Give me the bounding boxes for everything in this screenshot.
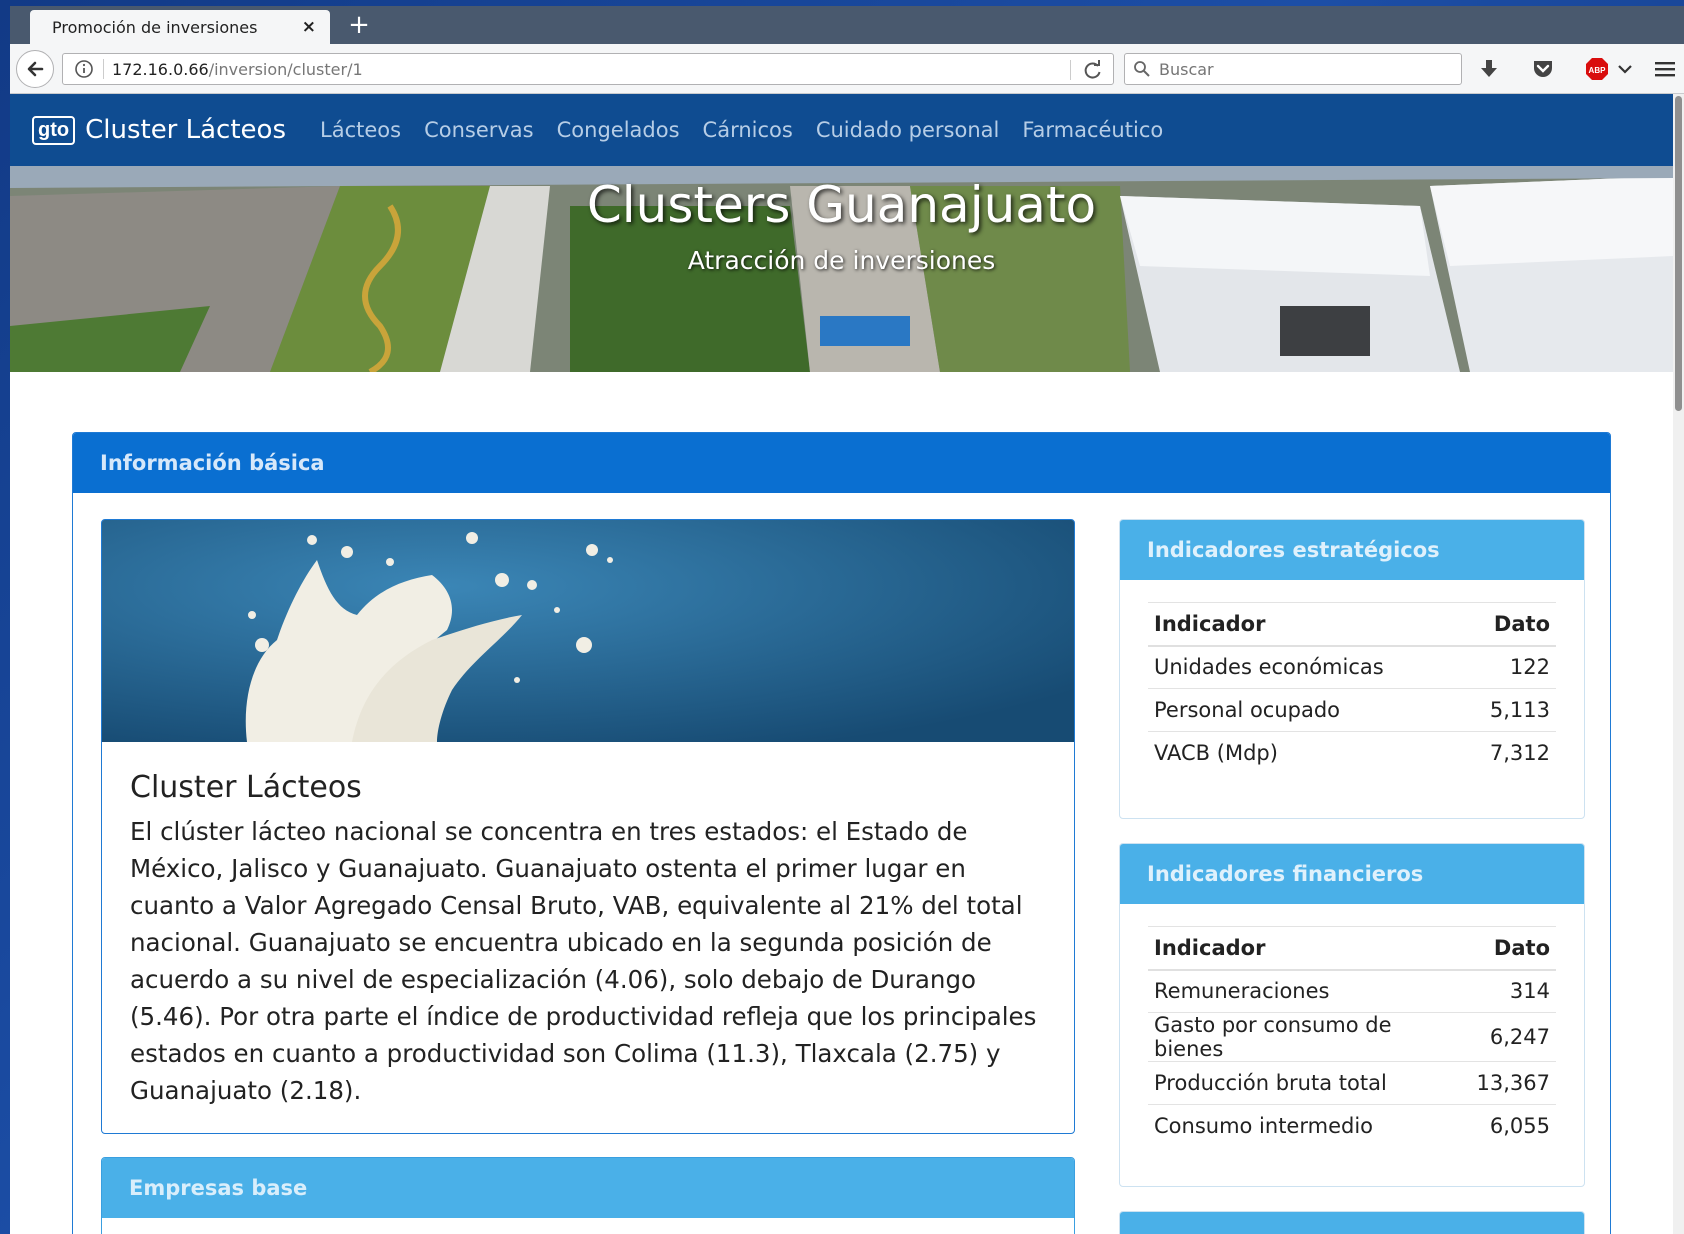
search-input[interactable]	[1159, 59, 1439, 79]
column-header-indicador: Indicador	[1148, 602, 1463, 647]
info-icon[interactable]	[73, 58, 95, 80]
page-scrollbar[interactable]	[1673, 94, 1684, 1234]
url-path: /inversion/cluster/1	[208, 59, 363, 79]
table-header-row: Indicador Dato	[1148, 602, 1556, 647]
column-header-dato: Dato	[1462, 602, 1556, 647]
back-icon	[27, 61, 44, 77]
indicator-value: 6,055	[1470, 1104, 1556, 1148]
chevron-down-icon[interactable]	[1612, 56, 1638, 82]
search-bar[interactable]	[1124, 53, 1462, 85]
new-tab-button[interactable]: +	[344, 12, 374, 40]
indicator-name: VACB (Mdp)	[1148, 731, 1463, 775]
nav-link-cuidado-personal[interactable]: Cuidado personal	[816, 118, 1000, 142]
reload-separator	[1070, 60, 1071, 80]
empresas-base-panel: Empresas base	[101, 1157, 1075, 1234]
indicator-name: Producción bruta total	[1148, 1061, 1471, 1105]
browser-tab[interactable]: Promoción de inversiones ×	[30, 10, 330, 44]
milk-splash-image	[102, 520, 1074, 742]
scrollbar-thumb[interactable]	[1675, 96, 1682, 411]
financial-indicators-heading: Indicadores financieros	[1120, 844, 1584, 904]
back-button[interactable]	[16, 50, 54, 88]
indicator-value: 7,312	[1462, 731, 1556, 775]
table-row: Producción bruta total 13,367	[1148, 1061, 1556, 1105]
svg-text:ABP: ABP	[1589, 66, 1607, 75]
indicator-value: 314	[1470, 969, 1556, 1013]
table-row: Unidades económicas 122	[1148, 645, 1556, 689]
next-indicators-heading	[1120, 1212, 1584, 1234]
reload-icon[interactable]	[1081, 58, 1105, 82]
table-header-row: Indicador Dato	[1148, 926, 1556, 971]
site-navbar: gto Cluster Lácteos Lácteos Conservas Co…	[10, 94, 1673, 166]
indicator-value: 122	[1462, 645, 1556, 689]
indicator-value: 6,247	[1470, 1012, 1556, 1062]
menu-icon[interactable]	[1652, 56, 1678, 82]
basic-info-panel: Información básica Cluster Lácteos El cl…	[72, 432, 1611, 1234]
table-row: Personal ocupado 5,113	[1148, 688, 1556, 732]
url-separator	[103, 59, 104, 79]
nav-link-farmaceutico[interactable]: Farmacéutico	[1022, 118, 1163, 142]
brand-logo[interactable]: gto	[32, 115, 76, 145]
nav-link-congelados[interactable]: Congelados	[557, 118, 680, 142]
empresas-base-heading: Empresas base	[102, 1158, 1074, 1218]
nav-link-conservas[interactable]: Conservas	[424, 118, 534, 142]
basic-info-heading: Información básica	[73, 433, 1610, 493]
tab-close-button[interactable]: ×	[302, 17, 316, 37]
next-indicators-panel	[1119, 1211, 1585, 1234]
indicator-name: Remuneraciones	[1148, 969, 1471, 1013]
cluster-card: Cluster Lácteos El clúster lácteo nacion…	[101, 519, 1075, 1134]
adblock-icon[interactable]: ABP	[1584, 56, 1610, 82]
indicator-name: Consumo intermedio	[1148, 1104, 1471, 1148]
indicator-name: Personal ocupado	[1148, 688, 1463, 732]
nav-link-carnicos[interactable]: Cárnicos	[703, 118, 793, 142]
strategic-indicators-panel: Indicadores estratégicos Indicador Dato …	[1119, 519, 1585, 819]
hero-banner: Clusters Guanajuato Atracción de inversi…	[10, 166, 1673, 372]
cluster-card-title: Cluster Lácteos	[130, 770, 362, 805]
search-icon	[1134, 61, 1150, 77]
tab-strip: Promoción de inversiones × +	[10, 6, 1684, 44]
strategic-indicators-table: Indicador Dato Unidades económicas 122 P…	[1148, 602, 1556, 775]
table-row: Remuneraciones 314	[1148, 969, 1556, 1013]
indicator-value: 5,113	[1462, 688, 1556, 732]
web-page: gto Cluster Lácteos Lácteos Conservas Co…	[10, 94, 1673, 1234]
financial-indicators-panel: Indicadores financieros Indicador Dato R…	[1119, 843, 1585, 1187]
hero-subtitle: Atracción de inversiones	[687, 246, 996, 275]
strategic-indicators-heading: Indicadores estratégicos	[1120, 520, 1584, 580]
download-icon[interactable]	[1476, 56, 1502, 82]
milk-splash-graphic	[102, 520, 1074, 742]
column-header-dato: Dato	[1470, 926, 1556, 971]
browser-toolbar: 172.16.0.66/inversion/cluster/1 ABP	[10, 44, 1684, 94]
nav-link-lacteos[interactable]: Lácteos	[320, 118, 401, 142]
table-row: Consumo intermedio 6,055	[1148, 1104, 1556, 1148]
url-host: 172.16.0.66	[112, 59, 209, 79]
hero-title: Clusters Guanajuato	[586, 176, 1097, 234]
table-row: VACB (Mdp) 7,312	[1148, 731, 1556, 775]
pocket-icon[interactable]	[1530, 56, 1556, 82]
indicator-name: Unidades económicas	[1148, 645, 1463, 689]
indicator-name: Gasto por consumo de bienes	[1148, 1012, 1471, 1062]
tab-title: Promoción de inversiones	[52, 17, 258, 37]
url-bar[interactable]: 172.16.0.66/inversion/cluster/1	[62, 53, 1114, 85]
table-row: Gasto por consumo de bienes 6,247	[1148, 1012, 1556, 1062]
indicator-value: 13,367	[1470, 1061, 1556, 1105]
column-header-indicador: Indicador	[1148, 926, 1471, 971]
brand-name[interactable]: Cluster Lácteos	[85, 115, 286, 145]
cluster-description: El clúster lácteo nacional se concentra …	[130, 817, 1037, 1105]
financial-indicators-table: Indicador Dato Remuneraciones 314 Gasto …	[1148, 926, 1556, 1148]
